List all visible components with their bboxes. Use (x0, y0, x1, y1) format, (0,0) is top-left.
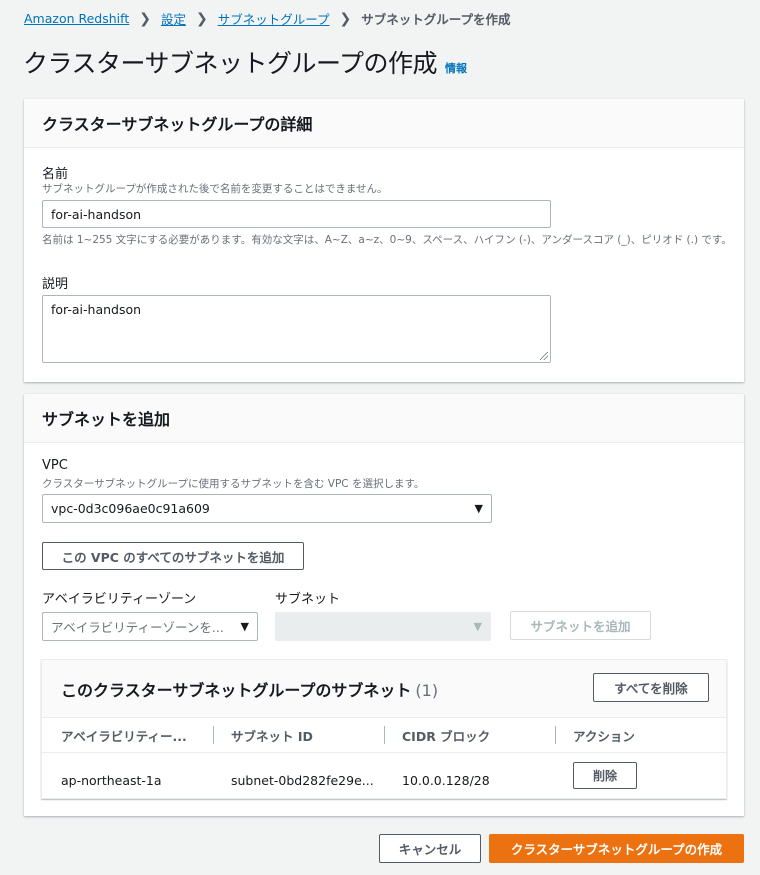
availability-zone-label: アベイラビリティーゾーン (42, 592, 197, 607)
breadcrumb-subnet-groups[interactable]: サブネットグループ (218, 9, 330, 28)
page-title: クラスターサブネットグループの作成 (23, 49, 438, 78)
breadcrumb-current: サブネットグループを作成 (361, 12, 511, 27)
page-header: クラスターサブネットグループの作成 情報 (23, 44, 467, 80)
table-count: (1) (415, 681, 439, 700)
panel-header: サブネットを追加 (24, 394, 744, 443)
description-value: for-ai-handson (51, 302, 142, 317)
info-link[interactable]: 情報 (445, 60, 467, 76)
panel-title: サブネットを追加 (42, 410, 171, 429)
column-header-az[interactable]: アベイラビリティー... (61, 726, 187, 745)
caret-down-icon: ▼ (474, 502, 483, 515)
chevron-right-icon: ❯ (139, 10, 151, 27)
vpc-select[interactable]: vpc-0d3c096ae0c91a609 ▼ (42, 494, 492, 523)
breadcrumb-settings[interactable]: 設定 (161, 9, 186, 28)
panel-header: クラスターサブネットグループの詳細 (24, 99, 744, 148)
column-divider[interactable] (213, 726, 214, 744)
caret-down-icon: ▼ (473, 620, 482, 633)
description-textarea[interactable]: for-ai-handson (42, 295, 551, 363)
cell-subnet-id: subnet-0bd282fe29e... (231, 773, 374, 788)
cancel-button[interactable]: キャンセル (379, 834, 481, 863)
name-label: 名前 (42, 167, 69, 182)
breadcrumb: Amazon Redshift ❯ 設定 ❯ サブネットグループ ❯ サブネット… (24, 9, 510, 28)
vpc-select-value: vpc-0d3c096ae0c91a609 (51, 501, 210, 516)
table-title: このクラスターサブネットグループのサブネット (1) (61, 677, 438, 701)
name-input[interactable]: for-ai-handson (42, 200, 551, 228)
column-header-action: アクション (573, 729, 635, 744)
column-divider[interactable] (555, 726, 556, 744)
subnet-label: サブネット (275, 592, 341, 607)
table-title-text: このクラスターサブネットグループのサブネット (61, 681, 412, 700)
chevron-right-icon: ❯ (195, 10, 208, 27)
panel-title: クラスターサブネットグループの詳細 (42, 115, 313, 134)
availability-zone-placeholder: アベイラビリティーゾーンを... (51, 620, 224, 635)
add-all-subnets-button[interactable]: この VPC のすべてのサブネットを追加 (42, 542, 304, 570)
table-divider (42, 752, 726, 753)
remove-subnet-button[interactable]: 削除 (573, 762, 637, 789)
caret-down-icon: ▼ (240, 620, 249, 633)
remove-all-button[interactable]: すべてを削除 (593, 673, 709, 702)
name-input-value: for-ai-handson (51, 206, 142, 222)
chevron-right-icon: ❯ (339, 10, 352, 27)
column-header-subnet-id[interactable]: サブネット ID (231, 726, 313, 745)
create-subnet-group-button[interactable]: クラスターサブネットグループの作成 (489, 834, 744, 863)
vpc-label: VPC (42, 458, 68, 473)
availability-zone-select[interactable]: アベイラビリティーゾーンを... ▼ (42, 612, 258, 641)
column-header-cidr[interactable]: CIDR ブロック (402, 726, 490, 745)
subnet-group-details-panel: クラスターサブネットグループの詳細 名前 サブネットグループが作成された後で名前… (24, 99, 744, 382)
breadcrumb-amazon-redshift[interactable]: Amazon Redshift (24, 11, 129, 26)
name-description: サブネットグループが作成された後で名前を変更することはできません。 (42, 183, 388, 195)
subnet-select[interactable]: ▼ (275, 612, 491, 641)
description-label: 説明 (42, 277, 69, 292)
cell-cidr: 10.0.0.128/28 (402, 773, 490, 788)
subnets-table: このクラスターサブネットグループのサブネット (1) すべてを削除 アベイラビリテ… (41, 659, 727, 799)
table-header: このクラスターサブネットグループのサブネット (1) すべてを削除 (42, 660, 726, 718)
add-subnet-button[interactable]: サブネットを追加 (510, 611, 651, 640)
resize-handle-icon[interactable] (540, 352, 548, 360)
name-constraint-text: 名前は 1~255 文字にする必要があります。有効な文字は、A~Z、a~z、0~… (42, 234, 732, 246)
add-subnets-panel: サブネットを追加 VPC クラスターサブネットグループに使用するサブネットを含む… (24, 394, 744, 816)
vpc-description: クラスターサブネットグループに使用するサブネットを含む VPC を選択します。 (42, 478, 425, 490)
cell-az: ap-northeast-1a (61, 773, 162, 788)
column-divider[interactable] (384, 726, 385, 744)
